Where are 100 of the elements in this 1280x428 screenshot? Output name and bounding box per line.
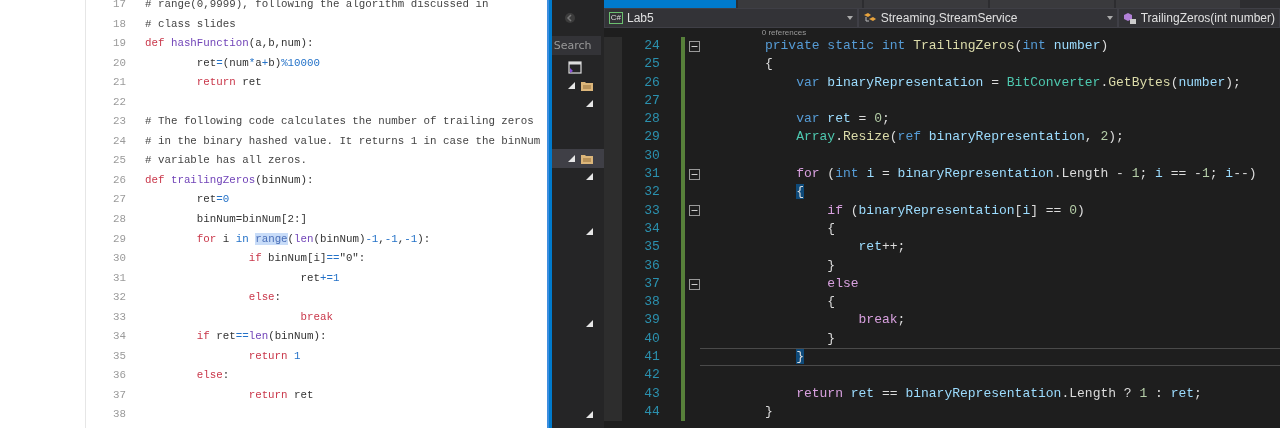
code-line: if ret==len(binNum): xyxy=(195,329,327,345)
line-number: 31 xyxy=(112,270,126,286)
folder-icon xyxy=(580,79,593,91)
code-line: ret=(num*a+b)%10000 xyxy=(195,55,320,71)
code-line: return ret xyxy=(247,387,314,403)
line-number: 28 xyxy=(112,212,126,227)
code-line: var binaryRepresentation = BitConverter.GetBytes(number); xyxy=(795,74,1241,90)
line-number: 32 xyxy=(112,290,126,306)
line-number: 18 xyxy=(112,16,126,32)
code-line: return 1 xyxy=(247,348,301,364)
class-icon xyxy=(862,12,877,24)
line-number: 37 xyxy=(112,387,126,403)
line-number: 30 xyxy=(112,251,126,267)
line-number: 17 xyxy=(112,0,126,12)
line-number: 39 xyxy=(643,311,660,330)
code-line: } xyxy=(763,403,773,419)
line-number: 22 xyxy=(112,94,126,110)
expanded-triangle-icon[interactable] xyxy=(585,173,593,181)
expanded-triangle-icon[interactable] xyxy=(567,81,575,89)
collapse-icon[interactable] xyxy=(688,168,700,180)
code-line: var ret = 0; xyxy=(795,111,890,127)
code-line: private static int TrailingZeros(int number) xyxy=(763,38,1109,53)
line-number: 25 xyxy=(112,153,126,169)
line-number: 34 xyxy=(112,329,126,345)
code-line: else: xyxy=(247,290,282,306)
line-number: 27 xyxy=(112,192,126,208)
line-number: 38 xyxy=(112,407,126,423)
expanded-triangle-icon[interactable] xyxy=(585,228,593,236)
tree-row[interactable] xyxy=(551,149,604,168)
line-number: 27 xyxy=(643,91,660,110)
line-number: 34 xyxy=(643,219,660,238)
project-dropdown[interactable]: C# Lab5 xyxy=(603,8,858,28)
line-number: 29 xyxy=(643,128,660,147)
code-line: # in the binary hashed value. It returns 1 in case the binNum xyxy=(145,133,541,149)
code-line: { xyxy=(826,220,836,236)
line-number: 37 xyxy=(643,274,660,293)
code-line: # variable has all zeros. xyxy=(145,153,307,169)
collapse-icon[interactable] xyxy=(688,278,700,290)
expanded-triangle-icon[interactable] xyxy=(585,319,593,327)
code-line: { xyxy=(763,56,773,72)
line-number: 40 xyxy=(643,329,660,348)
caret-icon xyxy=(846,16,853,20)
type-dropdown[interactable]: Streaming.StreamService xyxy=(857,8,1118,28)
line-number: 35 xyxy=(112,348,126,364)
line-number: 25 xyxy=(643,55,660,74)
code-line: } xyxy=(826,257,836,273)
line-number: 38 xyxy=(643,293,660,312)
line-number: 42 xyxy=(643,366,660,385)
code-line: if (binaryRepresentation[i] == 0) xyxy=(826,202,1085,218)
line-number: 24 xyxy=(112,133,126,149)
line-number: 20 xyxy=(112,55,126,71)
code-line: ret++; xyxy=(857,239,906,255)
line-number: 44 xyxy=(643,402,660,421)
line-number: 36 xyxy=(643,256,660,275)
line-number: 29 xyxy=(112,231,126,247)
caret-icon xyxy=(1106,16,1113,20)
member-dropdown[interactable]: TrailingZeros(int number) xyxy=(1117,8,1280,28)
line-number: 43 xyxy=(643,384,660,403)
code-line: break xyxy=(299,309,333,325)
code-line: Array.Resize(ref binaryRepresentation, 2); xyxy=(795,129,1124,145)
line-number: 19 xyxy=(112,36,126,52)
line-number: 21 xyxy=(112,75,126,91)
expanded-triangle-icon[interactable] xyxy=(585,100,593,108)
expanded-triangle-icon[interactable] xyxy=(567,155,575,163)
csharp-file-icon: C# xyxy=(608,12,623,24)
line-number: 32 xyxy=(643,183,660,202)
code-line: for i in range(len(binNum)-1,-1,-1): xyxy=(195,231,431,247)
collapse-icon[interactable] xyxy=(688,205,700,217)
line-number: 28 xyxy=(643,110,660,129)
line-number: 41 xyxy=(643,348,660,367)
code-line: return ret == binaryRepresentation.Length ? 1 : ret; xyxy=(795,385,1202,401)
line-number: 33 xyxy=(112,309,126,325)
code-line: ret+=1 xyxy=(299,270,340,286)
line-number: 33 xyxy=(643,201,660,220)
expanded-triangle-icon[interactable] xyxy=(585,411,593,419)
code-line: else xyxy=(826,275,859,291)
code-line: ret=0 xyxy=(195,192,230,208)
search-field[interactable]: Search xyxy=(551,36,601,55)
references-codelens[interactable]: 0 references xyxy=(761,28,1280,38)
folder-icon xyxy=(580,153,593,165)
code-line: # class slides xyxy=(145,16,236,32)
line-number: 31 xyxy=(643,165,660,184)
code-line: binNum=binNum[2:] xyxy=(195,212,307,227)
code-line: else: xyxy=(195,368,230,384)
code-line: return ret xyxy=(195,75,262,91)
code-line: def trailingZeros(binNum): xyxy=(145,172,314,188)
back-icon[interactable] xyxy=(563,12,576,24)
line-number: 35 xyxy=(643,238,660,257)
line-number: 30 xyxy=(643,146,660,165)
solution-icon xyxy=(567,60,582,74)
line-number: 23 xyxy=(112,114,126,130)
code-line: for (int i = binaryRepresentation.Length - 1; i == -1; i--) xyxy=(795,166,1257,182)
code-line: } xyxy=(826,330,836,346)
line-number: 36 xyxy=(112,368,126,384)
code-line: if binNum[i]=="0": xyxy=(247,251,366,267)
line-number: 26 xyxy=(112,172,126,188)
collapse-icon[interactable] xyxy=(688,40,700,52)
code-line: # range(0,9999), following the algorithm discussed in xyxy=(145,0,489,12)
code-line: # The following code calculates the number of trailing zeros xyxy=(145,114,534,130)
line-number: 26 xyxy=(643,73,660,92)
